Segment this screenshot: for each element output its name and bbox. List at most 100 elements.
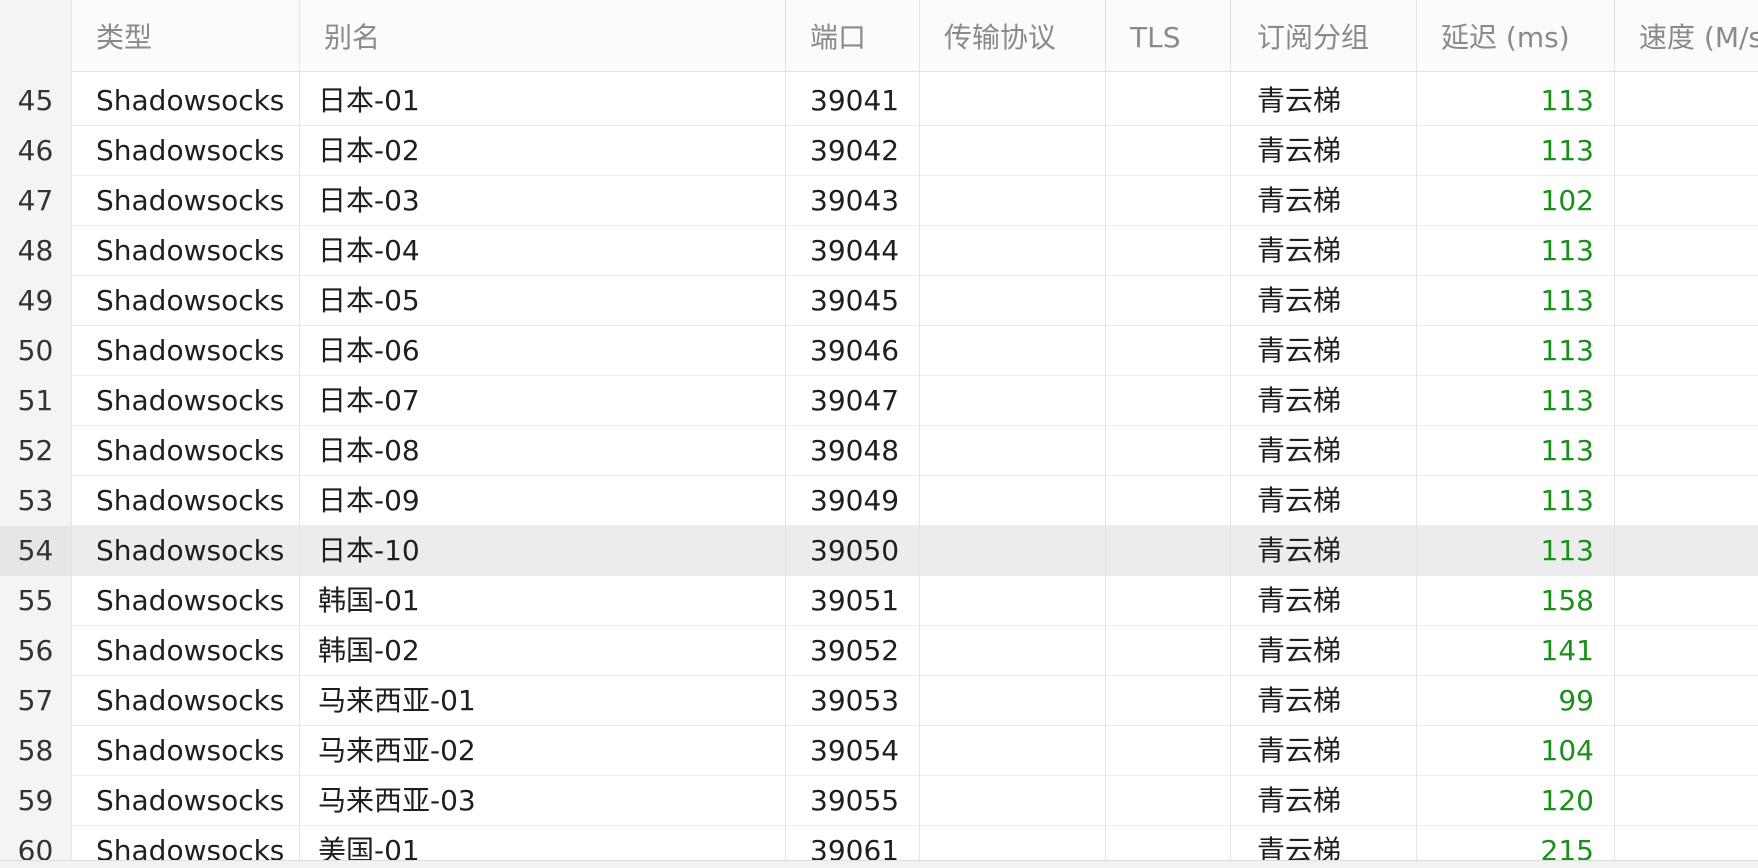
cell-index: 54 (0, 526, 71, 576)
cell-transport (920, 226, 1105, 276)
table-row[interactable]: 54 Shadowsocks 日本-10 39050 青云梯 113 (0, 526, 1758, 576)
cell-type: Shadowsocks (96, 184, 285, 217)
cell-index: 55 (0, 576, 71, 626)
cell-port: 39048 (810, 434, 900, 467)
cell-index: 45 (0, 76, 71, 126)
cell-type: Shadowsocks (96, 484, 285, 517)
cell-group: 青云梯 (1257, 184, 1342, 217)
column-divider (919, 0, 920, 864)
table-row[interactable]: 60 Shadowsocks 美国-01 39061 青云梯 215 (0, 826, 1758, 864)
cell-group: 青云梯 (1257, 484, 1342, 517)
table-row[interactable]: 59 Shadowsocks 马来西亚-03 39055 青云梯 120 (0, 776, 1758, 826)
cell-group: 青云梯 (1257, 234, 1342, 267)
cell-alias: 日本-01 (318, 84, 420, 117)
cell-group: 青云梯 (1257, 784, 1342, 817)
header-group[interactable]: 订阅分组 (1231, 0, 1416, 72)
cell-index: 46 (0, 126, 71, 176)
cell-tls (1106, 126, 1230, 176)
column-divider (1230, 0, 1231, 864)
header-speed[interactable]: 速度 (M/s (1615, 0, 1758, 72)
header-alias[interactable]: 别名 (300, 0, 785, 72)
cell-latency: 158 (1540, 584, 1594, 617)
table-row[interactable]: 52 Shadowsocks 日本-08 39048 青云梯 113 (0, 426, 1758, 476)
cell-latency: 113 (1540, 484, 1594, 517)
cell-speed (1615, 426, 1758, 476)
cell-transport (920, 676, 1105, 726)
cell-group: 青云梯 (1257, 284, 1342, 317)
cell-latency: 104 (1540, 734, 1594, 767)
cell-alias: 美国-01 (318, 834, 420, 864)
cell-transport (920, 726, 1105, 776)
cell-index: 47 (0, 176, 71, 226)
cell-tls (1106, 226, 1230, 276)
column-divider (71, 0, 72, 864)
cell-index: 50 (0, 326, 71, 376)
cell-type: Shadowsocks (96, 834, 285, 864)
cell-tls (1106, 676, 1230, 726)
cell-tls (1106, 176, 1230, 226)
cell-transport (920, 626, 1105, 676)
column-divider (1105, 0, 1106, 864)
cell-transport (920, 376, 1105, 426)
cell-speed (1615, 676, 1758, 726)
cell-index: 57 (0, 676, 71, 726)
cell-alias: 日本-07 (318, 384, 420, 417)
column-divider (785, 0, 786, 864)
server-table[interactable]: 类型 别名 端口 传输协议 TLS 订阅分组 延迟 (ms) 速度 (M/s 4… (0, 0, 1758, 864)
cell-alias: 马来西亚-02 (318, 734, 476, 767)
table-row[interactable]: 47 Shadowsocks 日本-03 39043 青云梯 102 (0, 176, 1758, 226)
table-row[interactable]: 50 Shadowsocks 日本-06 39046 青云梯 113 (0, 326, 1758, 376)
cell-latency: 113 (1540, 134, 1594, 167)
cell-type: Shadowsocks (96, 684, 285, 717)
cell-port: 39041 (810, 84, 900, 117)
cell-speed (1615, 76, 1758, 126)
cell-latency: 113 (1540, 334, 1594, 367)
table-row[interactable]: 58 Shadowsocks 马来西亚-02 39054 青云梯 104 (0, 726, 1758, 776)
cell-group: 青云梯 (1257, 434, 1342, 467)
cell-type: Shadowsocks (96, 534, 285, 567)
cell-alias: 日本-04 (318, 234, 420, 267)
table-row[interactable]: 57 Shadowsocks 马来西亚-01 39053 青云梯 99 (0, 676, 1758, 726)
cell-tls (1106, 776, 1230, 826)
column-divider (1416, 0, 1417, 864)
horizontal-scrollbar[interactable] (0, 860, 1758, 868)
cell-speed (1615, 276, 1758, 326)
table-row[interactable]: 48 Shadowsocks 日本-04 39044 青云梯 113 (0, 226, 1758, 276)
cell-alias: 日本-03 (318, 184, 420, 217)
cell-type: Shadowsocks (96, 584, 285, 617)
header-tls[interactable]: TLS (1106, 0, 1230, 72)
cell-latency: 120 (1540, 784, 1594, 817)
cell-port: 39061 (810, 834, 900, 864)
cell-transport (920, 576, 1105, 626)
cell-alias: 马来西亚-03 (318, 784, 476, 817)
cell-index: 48 (0, 226, 71, 276)
cell-transport (920, 76, 1105, 126)
table-row[interactable]: 49 Shadowsocks 日本-05 39045 青云梯 113 (0, 276, 1758, 326)
cell-alias: 韩国-01 (318, 584, 420, 617)
table-row[interactable]: 51 Shadowsocks 日本-07 39047 青云梯 113 (0, 376, 1758, 426)
table-row[interactable]: 46 Shadowsocks 日本-02 39042 青云梯 113 (0, 126, 1758, 176)
table-row[interactable]: 45 Shadowsocks 日本-01 39041 青云梯 113 (0, 76, 1758, 126)
header-transport[interactable]: 传输协议 (920, 0, 1105, 72)
table-row[interactable]: 55 Shadowsocks 韩国-01 39051 青云梯 158 (0, 576, 1758, 626)
cell-group: 青云梯 (1257, 334, 1342, 367)
header-port[interactable]: 端口 (786, 0, 919, 72)
header-type[interactable]: 类型 (72, 0, 299, 72)
cell-tls (1106, 426, 1230, 476)
cell-type: Shadowsocks (96, 134, 285, 167)
cell-transport (920, 476, 1105, 526)
cell-alias: 日本-08 (318, 434, 420, 467)
table-row[interactable]: 53 Shadowsocks 日本-09 39049 青云梯 113 (0, 476, 1758, 526)
cell-tls (1106, 376, 1230, 426)
cell-latency: 99 (1558, 684, 1594, 717)
cell-type: Shadowsocks (96, 284, 285, 317)
cell-latency: 113 (1540, 284, 1594, 317)
cell-transport (920, 776, 1105, 826)
cell-port: 39047 (810, 384, 900, 417)
table-row[interactable]: 56 Shadowsocks 韩国-02 39052 青云梯 141 (0, 626, 1758, 676)
cell-port: 39053 (810, 684, 900, 717)
cell-group: 青云梯 (1257, 834, 1342, 864)
cell-tls (1106, 576, 1230, 626)
header-latency[interactable]: 延迟 (ms) (1417, 0, 1614, 72)
cell-index: 56 (0, 626, 71, 676)
